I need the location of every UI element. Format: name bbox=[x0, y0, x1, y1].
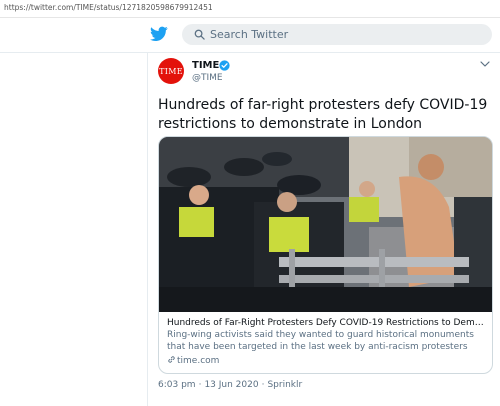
avatar-text: TIME bbox=[159, 66, 183, 76]
user-handle[interactable]: @TIME bbox=[192, 73, 223, 83]
protest-photo[interactable] bbox=[159, 137, 492, 312]
search-icon bbox=[194, 29, 205, 40]
card-domain-text: time.com bbox=[177, 356, 220, 366]
tweet-source[interactable]: Sprinklr bbox=[267, 380, 302, 390]
link-card[interactable]: Hundreds of Far-Right Protesters Defy CO… bbox=[158, 136, 493, 374]
tweet-text: Hundreds of far-right protesters defy CO… bbox=[158, 97, 488, 132]
search-input[interactable] bbox=[210, 26, 480, 43]
search-box[interactable] bbox=[182, 24, 492, 45]
tweet-time[interactable]: 6:03 pm bbox=[158, 380, 196, 390]
card-description: Ring-wing activists said they wanted to … bbox=[167, 330, 474, 352]
url-text[interactable]: https://twitter.com/TIME/status/12718205… bbox=[4, 3, 213, 12]
display-name[interactable]: TIME bbox=[192, 60, 219, 71]
twitter-bird-icon[interactable] bbox=[150, 26, 168, 42]
verified-badge-icon bbox=[219, 60, 230, 71]
link-icon bbox=[168, 356, 175, 363]
tweet-meta: 6:03 pm · 13 Jun 2020 · Sprinklr bbox=[158, 380, 302, 390]
chevron-down-icon[interactable] bbox=[480, 61, 490, 67]
twitter-header bbox=[0, 18, 500, 53]
avatar[interactable]: TIME bbox=[158, 58, 184, 84]
meta-separator: · bbox=[198, 380, 202, 390]
tweet-date[interactable]: 13 Jun 2020 bbox=[204, 380, 258, 390]
card-domain: time.com bbox=[167, 355, 219, 366]
browser-address-bar[interactable]: https://twitter.com/TIME/status/12718205… bbox=[0, 0, 500, 18]
tweet[interactable]: TIME TIME @TIME Hundreds of far-right pr… bbox=[148, 52, 500, 406]
meta-separator: · bbox=[261, 380, 265, 390]
card-title[interactable]: Hundreds of Far-Right Protesters Defy CO… bbox=[167, 318, 487, 328]
